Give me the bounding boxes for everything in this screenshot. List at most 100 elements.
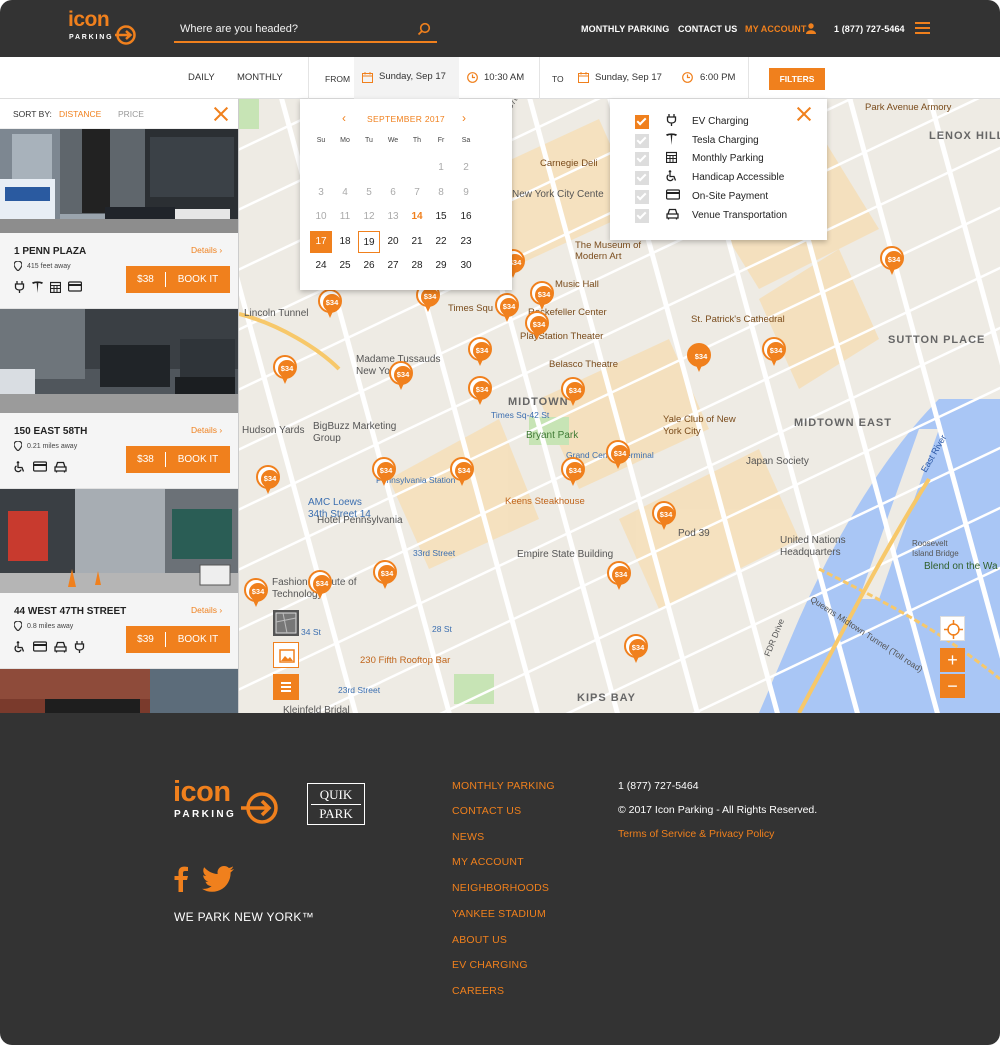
listing-card[interactable]: 150 EAST 58TH Details › 0.21 miles away … xyxy=(0,413,238,489)
search-icon[interactable] xyxy=(417,22,431,36)
to-time-value[interactable]: 6:00 PM xyxy=(700,72,735,83)
price-pin-selected[interactable]: $34 xyxy=(687,343,711,373)
price-pin[interactable]: $34 xyxy=(606,440,630,470)
price-pin[interactable]: $34 xyxy=(624,634,648,664)
price-pin[interactable]: $34 xyxy=(468,376,492,406)
nav-contact-us[interactable]: CONTACT US xyxy=(678,24,737,34)
footer-link-news[interactable]: NEWS xyxy=(452,831,484,843)
footer-link-about-us[interactable]: ABOUT US xyxy=(452,934,507,946)
listing-name[interactable]: 1 PENN PLAZA xyxy=(14,246,86,257)
details-link[interactable]: Details › xyxy=(191,605,222,615)
price-pin[interactable]: $34 xyxy=(373,560,397,590)
calendar-day[interactable]: 28 xyxy=(406,255,428,277)
calendar-day[interactable]: 29 xyxy=(430,255,452,277)
footer-link-careers[interactable]: CAREERS xyxy=(452,985,504,997)
calendar-day[interactable]: 23 xyxy=(455,231,477,253)
sort-price[interactable]: PRICE xyxy=(118,109,144,119)
checkbox[interactable] xyxy=(635,209,649,223)
header-phone[interactable]: 1 (877) 727-5464 xyxy=(834,24,905,34)
calendar-day[interactable]: 25 xyxy=(334,255,356,277)
checkbox[interactable] xyxy=(635,115,649,129)
footer-link-ev-charging[interactable]: EV CHARGING xyxy=(452,959,528,971)
calendar-day[interactable]: 24 xyxy=(310,255,332,277)
book-it-button[interactable]: $38 BOOK IT xyxy=(126,266,230,293)
price-pin[interactable]: $34 xyxy=(525,311,549,341)
book-it-button[interactable]: $38 BOOK IT xyxy=(126,446,230,473)
photo-view-button[interactable] xyxy=(273,642,299,668)
checkbox[interactable] xyxy=(635,134,649,148)
satellite-view-button[interactable] xyxy=(273,610,299,636)
price-pin[interactable]: $34 xyxy=(273,355,297,385)
price-pin[interactable]: $34 xyxy=(450,457,474,487)
calendar-day[interactable]: 30 xyxy=(455,255,477,277)
daily-tab[interactable]: DAILY xyxy=(188,72,215,83)
twitter-icon[interactable] xyxy=(202,866,234,892)
calendar-day[interactable]: 27 xyxy=(382,255,404,277)
sort-distance[interactable]: DISTANCE xyxy=(59,109,101,119)
listing-name[interactable]: 44 WEST 47TH STREET xyxy=(14,606,126,617)
price-pin[interactable]: $34 xyxy=(372,457,396,487)
footer-link-yankee-stadium[interactable]: YANKEE STADIUM xyxy=(452,908,546,920)
menu-hamburger-icon[interactable] xyxy=(915,22,930,35)
price-pin[interactable]: $34 xyxy=(652,501,676,531)
footer-link-contact-us[interactable]: CONTACT US xyxy=(452,805,521,817)
listing-name[interactable]: 150 EAST 58TH xyxy=(14,426,87,437)
listing-card[interactable]: 44 WEST 47TH STREET Details › 0.8 miles … xyxy=(0,593,238,669)
listing-photo[interactable] xyxy=(0,309,238,413)
to-date-value[interactable]: Sunday, Sep 17 xyxy=(595,72,662,83)
zoom-in-button[interactable]: + xyxy=(940,648,965,672)
user-icon[interactable] xyxy=(806,23,816,34)
facebook-icon[interactable] xyxy=(173,866,189,892)
close-filters-icon[interactable] xyxy=(796,106,812,122)
price-pin[interactable]: $34 xyxy=(530,281,554,311)
footer-terms-link[interactable]: Terms of Service & Privacy Policy xyxy=(618,828,774,840)
price-pin[interactable]: $34 xyxy=(762,337,786,367)
calendar-day[interactable]: 18 xyxy=(334,231,356,253)
price-pin[interactable]: $34 xyxy=(561,377,585,407)
from-date-field[interactable]: Sunday, Sep 17 xyxy=(354,57,459,99)
icon-parking-logo[interactable]: icon PARKING xyxy=(68,8,140,46)
list-view-button[interactable] xyxy=(273,674,299,700)
calendar-day[interactable]: 21 xyxy=(406,231,428,253)
from-time-value[interactable]: 10:30 AM xyxy=(484,72,524,83)
checkbox[interactable] xyxy=(635,190,649,204)
filters-button[interactable]: FILTERS xyxy=(769,68,825,90)
locate-me-button[interactable] xyxy=(940,616,965,641)
monthly-tab[interactable]: MONTHLY xyxy=(237,72,283,83)
price-pin[interactable]: $34 xyxy=(561,457,585,487)
price-pin[interactable]: $34 xyxy=(607,561,631,591)
price-pin[interactable]: $34 xyxy=(308,570,332,600)
listing-card[interactable]: 1 PENN PLAZA Details › 415 feet away $38… xyxy=(0,233,238,309)
price-pin[interactable]: $34 xyxy=(389,361,413,391)
footer-logo[interactable]: icon PARKING xyxy=(173,776,283,832)
price-pin[interactable]: $34 xyxy=(495,293,519,323)
calendar-day[interactable]: 16 xyxy=(455,206,477,228)
listing-photo[interactable] xyxy=(0,669,238,713)
close-list-icon[interactable] xyxy=(213,106,229,122)
next-month-chevron-icon[interactable]: › xyxy=(462,111,466,125)
search-input[interactable] xyxy=(174,18,409,40)
calendar-day[interactable]: 15 xyxy=(430,206,452,228)
footer-link-monthly-parking[interactable]: MONTHLY PARKING xyxy=(452,780,555,792)
footer-link-neighborhoods[interactable]: NEIGHBORHOODS xyxy=(452,882,549,894)
details-link[interactable]: Details › xyxy=(191,245,222,255)
price-pin[interactable]: $34 xyxy=(318,289,342,319)
footer-phone[interactable]: 1 (877) 727-5464 xyxy=(618,780,699,792)
quik-park-logo[interactable]: QUIK PARK xyxy=(307,783,365,825)
calendar-day[interactable]: 19 xyxy=(358,230,380,253)
calendar-day[interactable]: 26 xyxy=(358,255,380,277)
calendar-day[interactable]: 17 xyxy=(310,230,332,253)
listing-photo[interactable] xyxy=(0,129,238,233)
checkbox[interactable] xyxy=(635,171,649,185)
calendar-day[interactable]: 14 xyxy=(406,206,428,228)
book-it-button[interactable]: $39 BOOK IT xyxy=(126,626,230,653)
calendar-day[interactable]: 20 xyxy=(382,231,404,253)
checkbox[interactable] xyxy=(635,152,649,166)
price-pin[interactable]: $34 xyxy=(468,337,492,367)
footer-link-my-account[interactable]: MY ACCOUNT xyxy=(452,856,524,868)
nav-monthly-parking[interactable]: MONTHLY PARKING xyxy=(581,24,669,34)
price-pin[interactable]: $34 xyxy=(244,578,268,608)
zoom-out-button[interactable]: − xyxy=(940,674,965,698)
nav-my-account[interactable]: MY ACCOUNT xyxy=(745,24,807,34)
details-link[interactable]: Details › xyxy=(191,425,222,435)
